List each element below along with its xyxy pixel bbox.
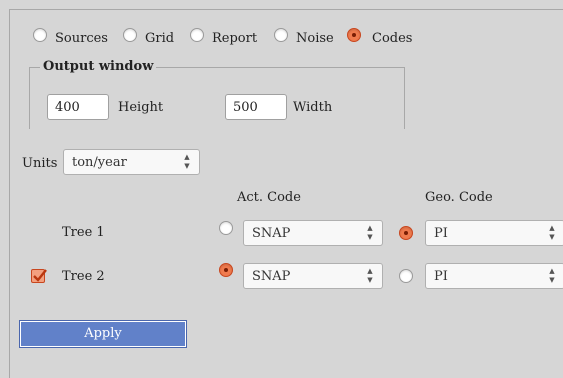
tree-2-act-value: SNAP (252, 269, 291, 284)
height-label: Height (118, 100, 164, 115)
panel-left-border (9, 9, 10, 378)
radio-noise[interactable] (274, 28, 288, 42)
radio-noise-label: Noise (296, 31, 334, 46)
geo-code-header: Geo. Code (425, 190, 493, 205)
radio-sources[interactable] (33, 28, 47, 42)
radio-codes[interactable] (347, 28, 361, 42)
tree-1-geo-value: PI (434, 226, 448, 241)
checkmark-icon (33, 269, 47, 282)
units-value: ton/year (72, 155, 127, 170)
tree-1-label: Tree 1 (62, 225, 105, 240)
radio-grid-label: Grid (145, 31, 175, 46)
units-select[interactable]: ton/year ▲ ▼ (63, 149, 200, 175)
apply-button[interactable]: Apply (19, 320, 187, 348)
width-input[interactable] (225, 94, 287, 120)
tree-2-checkbox[interactable] (31, 269, 47, 283)
radio-codes-label: Codes (372, 31, 413, 46)
tree-1-act-value: SNAP (252, 226, 291, 241)
tree-2-label: Tree 2 (62, 269, 105, 284)
radio-grid[interactable] (123, 28, 137, 42)
spinner-arrows-icon: ▲ ▼ (184, 153, 190, 170)
output-window-title: Output window (40, 59, 157, 74)
height-input[interactable] (47, 94, 109, 120)
tree-1-act-radio[interactable] (219, 221, 233, 235)
tree-1-act-select[interactable]: SNAP ▲ ▼ (243, 220, 383, 246)
act-code-header: Act. Code (237, 190, 301, 205)
tree-2-geo-value: PI (434, 269, 448, 284)
tree-2-geo-radio[interactable] (399, 269, 413, 283)
spinner-arrows-icon: ▲ ▼ (549, 224, 555, 241)
radio-sources-label: Sources (55, 31, 108, 46)
codes-panel: Sources Grid Report Noise Codes Output w… (0, 0, 563, 378)
tree-2-act-select[interactable]: SNAP ▲ ▼ (243, 263, 383, 289)
radio-report[interactable] (190, 28, 204, 42)
radio-report-label: Report (212, 31, 258, 46)
width-label: Width (293, 100, 333, 115)
tree-2-act-radio[interactable] (219, 263, 233, 277)
panel-top-border (9, 9, 563, 10)
tree-1-geo-radio[interactable] (399, 226, 413, 240)
spinner-arrows-icon: ▲ ▼ (549, 267, 555, 284)
spinner-arrows-icon: ▲ ▼ (367, 224, 373, 241)
units-label: Units (22, 156, 58, 171)
tree-2-geo-select[interactable]: PI ▲ ▼ (425, 263, 563, 289)
tree-1-geo-select[interactable]: PI ▲ ▼ (425, 220, 563, 246)
spinner-arrows-icon: ▲ ▼ (367, 267, 373, 284)
